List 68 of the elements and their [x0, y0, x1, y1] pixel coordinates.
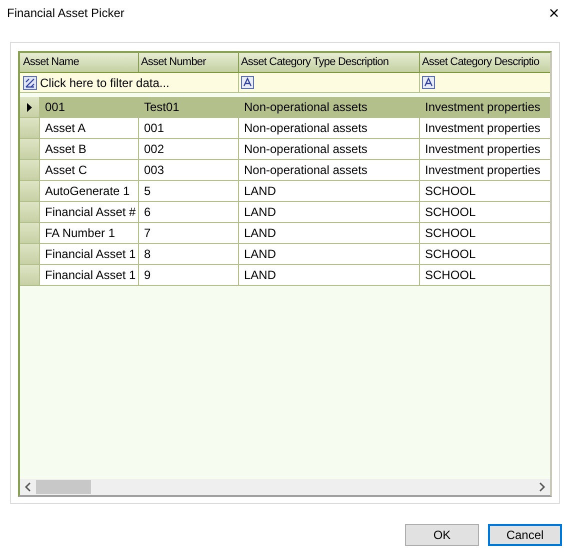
table-cell-text: Test01: [144, 99, 180, 116]
table-cell-text: Non-operational assets: [244, 141, 368, 158]
table-cell-text: 5: [144, 183, 151, 200]
table-cell-text: 003: [144, 162, 164, 179]
table-cell-text: Asset C: [45, 162, 88, 179]
table-cell-text: Financial Asset 1: [45, 246, 136, 263]
table-row[interactable]: AutoGenerate 1 5 LAND SCHOOL: [20, 181, 550, 202]
table-cell-text: 001: [45, 99, 66, 116]
table-cell-text: Non-operational assets: [244, 99, 368, 116]
column-header[interactable]: Asset Name: [20, 53, 139, 72]
filter-operator-icon[interactable]: [241, 76, 254, 89]
dialog-button[interactable]: OK: [405, 524, 479, 546]
close-button[interactable]: ×: [542, 2, 566, 24]
column-header[interactable]: Asset Category Type Description: [239, 53, 420, 72]
table-cell-text: 9: [144, 267, 151, 284]
table-cell-text: Asset B: [45, 141, 86, 158]
table-row[interactable]: Financial Asset 1 9 LAND SCHOOL: [20, 265, 550, 286]
table-cell-text: SCHOOL: [425, 204, 476, 221]
column-title: Asset Name: [23, 55, 79, 70]
table-cell-text: 7: [144, 225, 151, 242]
filter-prompt[interactable]: Click here to filter data...: [40, 74, 170, 92]
table-cell-text: LAND: [244, 225, 276, 242]
table-row[interactable]: FA Number 1 7 LAND SCHOOL: [20, 223, 550, 244]
table-row[interactable]: Financial Asset 1 8 LAND SCHOOL: [20, 244, 550, 265]
filter-row[interactable]: Click here to filter data...: [20, 73, 550, 93]
dialog-button[interactable]: Cancel: [488, 524, 562, 546]
table-cell-text: SCHOOL: [425, 183, 476, 200]
table-cell-text: Investment properties: [425, 120, 540, 137]
column-title: Asset Number: [141, 55, 206, 70]
table-cell-text: Non-operational assets: [244, 162, 368, 179]
scroll-thumb[interactable]: [36, 480, 91, 494]
table-row[interactable]: Asset B 002 Non-operational assets Investment properties: [20, 139, 550, 160]
column-header[interactable]: Asset Number: [139, 53, 239, 72]
table-row[interactable]: Financial Asset # 6 LAND SCHOOL: [20, 202, 550, 223]
table-row[interactable]: Asset A 001 Non-operational assets Investment properties: [20, 118, 550, 139]
table-cell-text: 8: [144, 246, 151, 263]
row-selector[interactable]: [20, 97, 40, 117]
window-title: Financial Asset Picker: [7, 5, 124, 22]
table-cell-text: Investment properties: [425, 162, 540, 179]
table-cell-text: Financial Asset 1: [45, 267, 136, 284]
column-title: Asset Category Descriptio: [422, 55, 540, 70]
filter-operator-icon[interactable]: [422, 76, 435, 89]
table-cell-text: SCHOOL: [425, 246, 476, 263]
table-cell-text: SCHOOL: [425, 225, 476, 242]
table-row[interactable]: Asset C 003 Non-operational assets Investment properties: [20, 160, 550, 181]
table-cell-text: Financial Asset #: [45, 204, 136, 221]
table-cell-text: LAND: [244, 267, 276, 284]
table-cell-text: AutoGenerate 1: [45, 183, 130, 200]
table-cell-text: 002: [144, 141, 164, 158]
table-row[interactable]: 001 Test01 Non-operational assets Investment properties: [20, 97, 550, 118]
table-cell-text: LAND: [244, 246, 276, 263]
table-cell-text: Investment properties: [425, 99, 540, 116]
table-cell-text: Asset A: [45, 120, 86, 137]
filter-icon[interactable]: [23, 76, 37, 90]
table-cell-text: Investment properties: [425, 141, 540, 158]
scroll-right-icon[interactable]: [538, 482, 546, 492]
scroll-left-icon[interactable]: [24, 482, 32, 492]
column-header[interactable]: Asset Category Descriptio: [420, 53, 550, 72]
table-cell-text: SCHOOL: [425, 267, 476, 284]
current-row-icon: [27, 102, 32, 112]
table-cell-text: 6: [144, 204, 151, 221]
horizontal-scrollbar[interactable]: [20, 479, 550, 495]
column-title: Asset Category Type Description: [241, 55, 389, 70]
table-cell-text: LAND: [244, 183, 276, 200]
table-cell-text: Non-operational assets: [244, 120, 368, 137]
table-cell-text: 001: [144, 120, 164, 137]
table-cell-text: LAND: [244, 204, 276, 221]
table-cell-text: FA Number 1: [45, 225, 116, 242]
